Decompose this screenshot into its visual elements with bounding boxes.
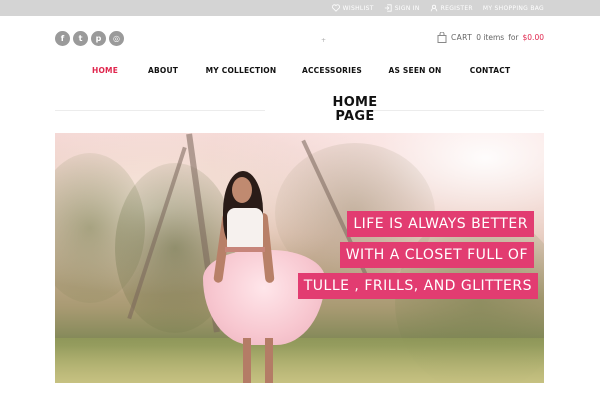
- page-heading-section: HOME PAGE: [55, 96, 544, 128]
- nav-item-as-seen-on[interactable]: AS SEEN ON: [388, 66, 441, 75]
- top-utility-bar: WISHLIST SIGN IN REGISTER MY SHOPPING BA…: [0, 0, 600, 16]
- shopping-bag-icon: [437, 32, 447, 43]
- model-leg: [243, 338, 251, 383]
- sign-in-icon: [384, 4, 392, 12]
- main-navigation: HOME ABOUT MY COLLECTION ACCESSORIES AS …: [0, 66, 600, 78]
- twitter-icon[interactable]: t: [73, 31, 88, 46]
- heading-divider-left: [55, 110, 265, 111]
- grass-foreground: [55, 338, 544, 383]
- sign-in-link[interactable]: SIGN IN: [384, 4, 420, 12]
- page-title: HOME PAGE: [329, 96, 381, 124]
- model-belt: [225, 247, 265, 252]
- model-lace-top: [227, 208, 263, 250]
- social-links: f t p ◎: [55, 31, 124, 46]
- model-leg: [265, 338, 273, 383]
- wishlist-label: WISHLIST: [342, 4, 374, 12]
- hero-tagline-line-1: LIFE IS ALWAYS BETTER: [347, 211, 534, 237]
- hero-banner[interactable]: LIFE IS ALWAYS BETTER WITH A CLOSET FULL…: [55, 133, 544, 383]
- hero-tagline-line-3: TULLE , FRILLS, AND GLITTERS: [297, 273, 538, 299]
- shopping-bag-label: MY SHOPPING BAG: [482, 4, 544, 12]
- cart-item-count: 0 items: [476, 33, 505, 42]
- heart-icon: [331, 4, 340, 12]
- cart-for-text: for: [508, 33, 519, 42]
- user-icon: [430, 4, 437, 12]
- nav-item-accessories[interactable]: ACCESSORIES: [302, 66, 362, 75]
- facebook-icon[interactable]: f: [55, 31, 70, 46]
- heading-divider-right: [354, 110, 544, 111]
- cart-total: $0.00: [522, 33, 544, 42]
- account-links: WISHLIST SIGN IN REGISTER MY SHOPPING BA…: [331, 0, 544, 16]
- cart-label: CART: [450, 33, 473, 42]
- logo-placeholder: +: [321, 37, 327, 44]
- model-face: [232, 177, 252, 203]
- shopping-bag-link[interactable]: MY SHOPPING BAG: [483, 5, 544, 12]
- wishlist-link[interactable]: WISHLIST: [331, 4, 374, 12]
- hero-tagline-line-2: WITH A CLOSET FULL OF: [339, 242, 534, 268]
- instagram-icon[interactable]: ◎: [109, 31, 124, 46]
- nav-item-contact[interactable]: CONTACT: [470, 66, 511, 75]
- nav-item-my-collection[interactable]: MY COLLECTION: [206, 66, 277, 75]
- page-title-line-2: PAGE: [335, 109, 375, 124]
- page-title-line-1: HOME: [332, 95, 378, 110]
- nav-item-home[interactable]: HOME: [92, 66, 118, 75]
- sign-in-label: SIGN IN: [394, 4, 420, 12]
- cart-summary[interactable]: CART 0 items for $0.00: [437, 32, 544, 43]
- register-label: REGISTER: [440, 4, 473, 12]
- nav-item-about[interactable]: ABOUT: [148, 66, 178, 75]
- pinterest-icon[interactable]: p: [91, 31, 106, 46]
- register-link[interactable]: REGISTER: [430, 4, 473, 12]
